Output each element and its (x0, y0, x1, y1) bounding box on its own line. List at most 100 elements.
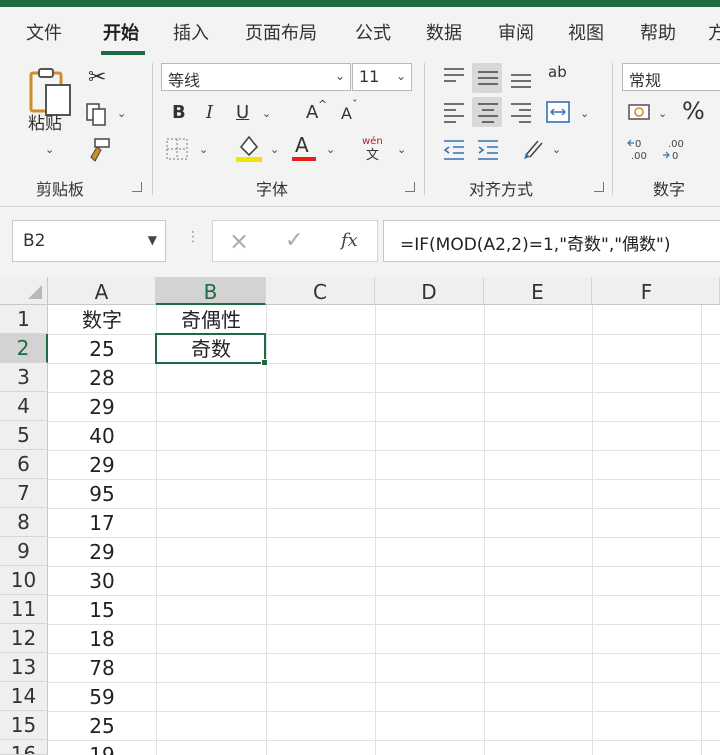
align-top-icon[interactable] (441, 65, 467, 91)
cell-a3[interactable]: 28 (48, 363, 156, 392)
shrink-font-button[interactable]: A (341, 106, 352, 122)
copy-icon[interactable] (86, 103, 108, 127)
row-header[interactable]: 2 (0, 334, 48, 363)
cell-a8[interactable]: 17 (48, 508, 156, 537)
row-header[interactable]: 3 (0, 363, 48, 392)
row-header[interactable]: 12 (0, 624, 48, 653)
row-header[interactable]: 11 (0, 595, 48, 624)
row-header[interactable]: 15 (0, 711, 48, 740)
wrap-text-icon[interactable]: ab (548, 65, 567, 80)
clipboard-launcher-icon[interactable] (132, 182, 142, 192)
alignment-launcher-icon[interactable] (594, 182, 604, 192)
format-painter-icon[interactable] (86, 137, 112, 163)
cell-a13[interactable]: 78 (48, 653, 156, 682)
name-box[interactable]: B2 ▼ (12, 220, 166, 262)
grow-font-button[interactable]: A (306, 104, 318, 122)
orientation-icon[interactable] (520, 135, 546, 163)
align-right-icon[interactable] (508, 99, 534, 125)
font-color-dropdown-icon[interactable]: ⌄ (326, 143, 335, 156)
align-left-icon[interactable] (441, 99, 467, 125)
tab-data[interactable]: 数据 (426, 19, 462, 45)
phonetic-dropdown-icon[interactable]: ⌄ (397, 143, 406, 156)
cell-a2[interactable]: 25 (48, 334, 156, 363)
row-header[interactable]: 13 (0, 653, 48, 682)
row-header[interactable]: 5 (0, 421, 48, 450)
cell-a14[interactable]: 59 (48, 682, 156, 711)
enter-icon[interactable]: ✓ (285, 228, 303, 253)
merge-center-icon[interactable] (545, 99, 571, 125)
font-name-select[interactable]: 等线 ⌄ (161, 63, 351, 91)
decrease-decimal-icon[interactable]: .00 0 (662, 137, 690, 163)
column-header-a[interactable]: A (48, 277, 156, 305)
row-header[interactable]: 6 (0, 450, 48, 479)
borders-dropdown-icon[interactable]: ⌄ (199, 143, 208, 156)
copy-dropdown-icon[interactable]: ⌄ (117, 107, 126, 120)
insert-function-icon[interactable]: fx (341, 230, 358, 251)
row-header[interactable]: 8 (0, 508, 48, 537)
accounting-dropdown-icon[interactable]: ⌄ (658, 107, 667, 120)
row-header[interactable]: 7 (0, 479, 48, 508)
column-header-b[interactable]: B (156, 277, 266, 305)
cell-a10[interactable]: 30 (48, 566, 156, 595)
tab-file[interactable]: 文件 (26, 19, 62, 45)
cell-a15[interactable]: 25 (48, 711, 156, 740)
font-color-button[interactable]: A (295, 135, 309, 155)
column-header-e[interactable]: E (484, 277, 592, 305)
fill-color-dropdown-icon[interactable]: ⌄ (270, 143, 279, 156)
tab-formulas[interactable]: 公式 (355, 19, 391, 45)
merge-dropdown-icon[interactable]: ⌄ (580, 107, 589, 120)
align-middle-icon[interactable] (475, 65, 501, 91)
select-all-corner[interactable] (0, 277, 48, 305)
cell-a5[interactable]: 40 (48, 421, 156, 450)
align-center-icon[interactable] (475, 99, 501, 125)
grip-icon[interactable]: ⋮ (186, 229, 200, 245)
tab-view[interactable]: 视图 (568, 19, 604, 45)
cell-a1[interactable]: 数字 (48, 305, 156, 334)
column-header-d[interactable]: D (375, 277, 484, 305)
row-header[interactable]: 16 (0, 740, 48, 755)
cut-icon[interactable]: ✂ (88, 67, 106, 89)
row-header[interactable]: 14 (0, 682, 48, 711)
fill-color-icon[interactable] (235, 133, 263, 163)
increase-indent-icon[interactable] (475, 137, 501, 163)
tab-insert[interactable]: 插入 (173, 19, 209, 45)
formula-input[interactable]: =IF(MOD(A2,2)=1,"奇数","偶数") (383, 220, 720, 262)
paste-dropdown-icon[interactable]: ⌄ (45, 143, 54, 156)
percent-style-button[interactable]: % (682, 99, 705, 123)
column-header-f[interactable]: F (592, 277, 720, 305)
tab-overflow[interactable]: 方 (708, 19, 720, 45)
accounting-format-icon[interactable] (627, 101, 653, 125)
fill-handle[interactable] (261, 359, 268, 366)
paste-label[interactable]: 粘贴 (28, 116, 62, 133)
cell-a9[interactable]: 29 (48, 537, 156, 566)
number-format-select[interactable]: 常规 (622, 63, 720, 91)
cancel-icon[interactable]: × (229, 227, 249, 255)
orientation-dropdown-icon[interactable]: ⌄ (552, 143, 561, 156)
underline-button[interactable]: U (236, 104, 249, 122)
row-header[interactable]: 10 (0, 566, 48, 595)
column-header-c[interactable]: C (266, 277, 375, 305)
font-launcher-icon[interactable] (405, 182, 415, 192)
cell-a6[interactable]: 29 (48, 450, 156, 479)
borders-icon[interactable] (165, 137, 189, 161)
tab-home[interactable]: 开始 (103, 19, 139, 45)
italic-button[interactable]: I (206, 104, 213, 122)
tab-help[interactable]: 帮助 (640, 19, 676, 45)
cell-a16[interactable]: 19 (48, 740, 156, 755)
tab-page-layout[interactable]: 页面布局 (245, 19, 317, 45)
tab-review[interactable]: 审阅 (498, 19, 534, 45)
cell-a12[interactable]: 18 (48, 624, 156, 653)
increase-decimal-icon[interactable]: 0 .00 (627, 137, 655, 163)
row-header[interactable]: 1 (0, 305, 48, 334)
cell-a7[interactable]: 95 (48, 479, 156, 508)
align-bottom-icon[interactable] (508, 65, 534, 91)
row-header[interactable]: 4 (0, 392, 48, 421)
paste-icon[interactable] (28, 67, 74, 117)
row-header[interactable]: 9 (0, 537, 48, 566)
underline-dropdown-icon[interactable]: ⌄ (262, 107, 271, 120)
cell-b1[interactable]: 奇偶性 (156, 305, 266, 334)
font-size-select[interactable]: 11 ⌄ (352, 63, 412, 91)
cell-a4[interactable]: 29 (48, 392, 156, 421)
cell-a11[interactable]: 15 (48, 595, 156, 624)
bold-button[interactable]: B (172, 104, 186, 122)
